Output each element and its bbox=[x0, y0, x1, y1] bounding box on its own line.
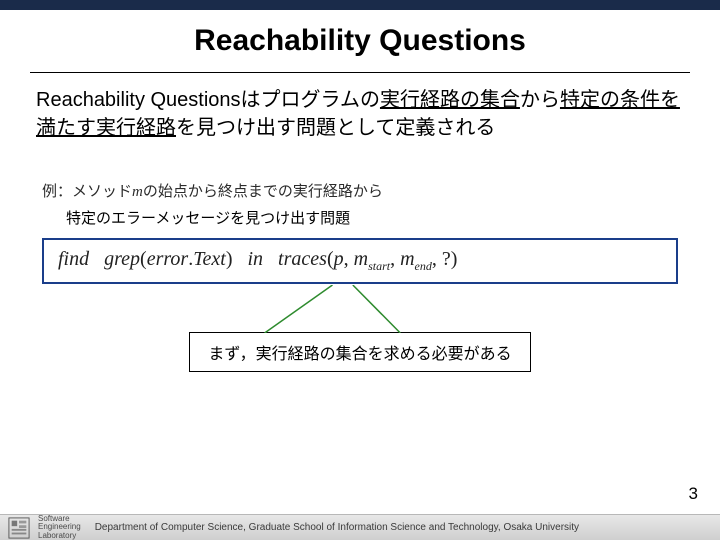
lab-logo-icon bbox=[8, 517, 30, 539]
formula-find: find bbox=[58, 248, 89, 270]
desc-part1: Reachability Questionsはプログラムの bbox=[36, 89, 380, 111]
example-suffix: の始点から終点までの実行経路から bbox=[143, 183, 383, 200]
formula-lparen1: ( bbox=[140, 248, 147, 270]
callout-box: まず，実行経路の集合を求める必要がある bbox=[189, 332, 530, 372]
description: Reachability Questionsはプログラムの実行経路の集合から特定… bbox=[36, 87, 684, 142]
formula-sub1: start bbox=[368, 259, 390, 273]
example-subline: 特定のエラーメッセージを見つけ出す問題 bbox=[66, 207, 678, 228]
example-prefix: 例：メソッド bbox=[42, 183, 132, 200]
example-var: m bbox=[132, 184, 143, 200]
formula-rparen2: ) bbox=[451, 248, 458, 270]
desc-part3: を見つけ出す問題として定義される bbox=[176, 117, 495, 139]
lab-line3: Laboratory bbox=[38, 531, 76, 540]
formula-sub2: end bbox=[415, 259, 432, 273]
footer: Software Engineering Laboratory Departme… bbox=[0, 514, 720, 540]
callout-wrap: まず，実行経路の集合を求める必要がある bbox=[0, 332, 720, 372]
formula-p: p bbox=[334, 248, 344, 270]
formula-arg1b: Text bbox=[193, 248, 226, 270]
slide: Reachability Questions Reachability Ques… bbox=[0, 0, 720, 540]
slide-title: Reachability Questions bbox=[0, 24, 720, 58]
formula-m2: m bbox=[400, 248, 414, 270]
desc-underline1: 実行経路の集合 bbox=[380, 89, 520, 111]
footer-department: Department of Computer Science, Graduate… bbox=[95, 522, 579, 533]
formula-comma1: , bbox=[344, 248, 354, 270]
formula-traces: traces bbox=[278, 248, 327, 270]
formula-q: ? bbox=[442, 248, 451, 270]
example-block: 例：メソッドmの始点から終点までの実行経路から 特定のエラーメッセージを見つけ出… bbox=[42, 180, 678, 284]
title-underline bbox=[30, 72, 690, 73]
callout-pointer-lines bbox=[190, 285, 529, 333]
formula-lparen2: ( bbox=[327, 248, 334, 270]
formula-comma3: , bbox=[432, 248, 442, 270]
desc-part2: から bbox=[520, 89, 560, 111]
top-bar bbox=[0, 0, 720, 10]
formula-comma2: , bbox=[390, 248, 400, 270]
lab-name: Software Engineering Laboratory bbox=[38, 515, 81, 540]
formula-arg1a: error bbox=[147, 248, 188, 270]
formula-in: in bbox=[247, 248, 263, 270]
formula-box: find grep(error.Text) in traces(p, mstar… bbox=[42, 238, 678, 284]
callout-text: まず，実行経路の集合を求める必要がある bbox=[208, 346, 511, 363]
page-number: 3 bbox=[689, 484, 698, 504]
example-label: 例：メソッドmの始点から終点までの実行経路から bbox=[42, 180, 678, 201]
formula-grep: grep bbox=[104, 248, 140, 270]
formula-rparen1: ) bbox=[226, 248, 233, 270]
formula-m1: m bbox=[354, 248, 368, 270]
